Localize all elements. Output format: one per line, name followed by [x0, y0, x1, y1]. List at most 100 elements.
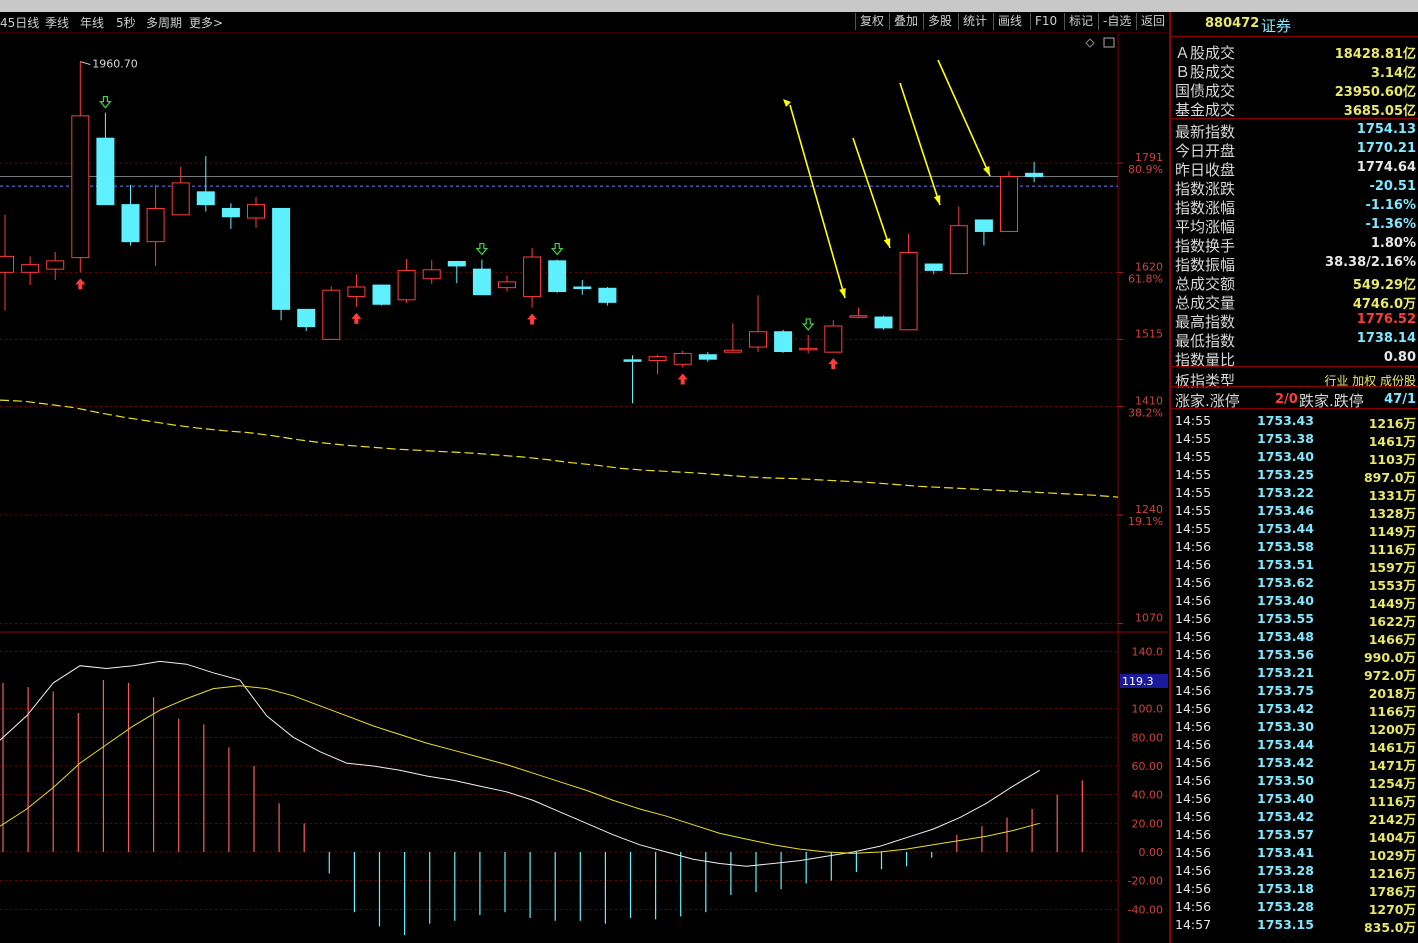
- macd-tick-label: 40.00: [1132, 789, 1164, 802]
- panel-divider: [1171, 408, 1418, 409]
- tick-price: 1753.15: [1257, 917, 1314, 932]
- tool-button-2[interactable]: 多股: [923, 13, 956, 30]
- panel-divider: [1171, 366, 1418, 367]
- period-tab-4[interactable]: 多周期: [146, 14, 182, 31]
- candle-body: [447, 260, 466, 267]
- tick-price: 1753.42: [1257, 701, 1314, 716]
- candle-body: [749, 331, 767, 348]
- tick-row: 14:56 1753.42 2142万: [1171, 808, 1418, 827]
- tick-price: 1753.25: [1257, 467, 1314, 482]
- candle-body: [498, 281, 516, 289]
- stat-value: -1.36%: [1365, 217, 1417, 232]
- pct-tick-label: 38.2%: [1128, 406, 1163, 419]
- tool-button-8[interactable]: 返回: [1136, 13, 1169, 30]
- tick-time: 14:56: [1175, 719, 1212, 734]
- tick-time: 14:56: [1175, 773, 1212, 788]
- stat-row: 指数涨幅 -1.16%: [1171, 196, 1418, 217]
- tick-price: 1753.46: [1257, 503, 1314, 518]
- tick-row: 14:56 1753.42 1471万: [1171, 754, 1418, 773]
- buy-signal-arrow-icon: [677, 373, 688, 385]
- tick-price: 1753.40: [1257, 593, 1314, 608]
- sell-signal-arrow-icon: [475, 242, 489, 256]
- panel-header: 880472 证券: [1171, 12, 1418, 37]
- tool-button-7[interactable]: -自选: [1098, 13, 1135, 30]
- macd-tick-label: 0.00: [1139, 846, 1164, 859]
- tick-price: 1753.57: [1257, 827, 1314, 842]
- macd-tick-label: 140.0: [1132, 645, 1164, 658]
- candle-body: [799, 347, 818, 351]
- tick-row: 14:56 1753.28 1270万: [1171, 898, 1418, 917]
- down-count-value: 47/1: [1384, 392, 1416, 407]
- period-tab-3[interactable]: 5秒: [116, 14, 136, 31]
- candle-body: [247, 204, 265, 219]
- period-tab-0[interactable]: 45日线: [0, 14, 39, 31]
- tick-time: 14:55: [1175, 431, 1212, 446]
- candle-body: [347, 286, 366, 298]
- tool-button-4[interactable]: 画线: [993, 13, 1026, 30]
- macd-tick-label: -40.00: [1128, 903, 1163, 916]
- candle-body: [1000, 176, 1018, 232]
- stat-row: 指数换手 1.80%: [1171, 234, 1418, 255]
- tick-price: 1753.44: [1257, 521, 1314, 536]
- tool-button-0[interactable]: 复权: [855, 13, 888, 30]
- tool-button-3[interactable]: 统计: [958, 13, 991, 30]
- stat-row: 指数涨跌 -20.51: [1171, 177, 1418, 198]
- annotation-arrowhead-icon: [883, 238, 891, 248]
- tick-time: 14:56: [1175, 827, 1212, 842]
- candle-body: [422, 269, 441, 280]
- sell-signal-arrow-icon: [99, 96, 112, 109]
- candle-body: [548, 260, 567, 292]
- candle-body: [949, 225, 968, 275]
- tick-price: 1753.62: [1257, 575, 1314, 590]
- stat-row: 总成交额 549.29亿: [1171, 272, 1418, 293]
- tool-button-5[interactable]: F10: [1030, 13, 1061, 30]
- price-tick-label: 1515: [1135, 327, 1163, 340]
- buy-signal-arrow-icon: [75, 278, 86, 290]
- period-tab-1[interactable]: 季线: [45, 14, 69, 31]
- kline-chart-area[interactable]: 179180.9%162061.8%1515141038.2%124019.1%…: [0, 33, 1168, 943]
- tick-row: 14:56 1753.28 1216万: [1171, 862, 1418, 881]
- tick-time: 14:56: [1175, 845, 1212, 860]
- stat-row: 基金成交 3685.05亿: [1171, 98, 1418, 119]
- period-tab-2[interactable]: 年线: [80, 14, 104, 31]
- stat-row: 总成交量 4746.0万: [1171, 291, 1418, 312]
- tick-row: 14:56 1753.30 1200万: [1171, 718, 1418, 737]
- stat-row: 指数振幅 38.38/2.16%: [1171, 253, 1418, 274]
- macd-tick-label: -20.00: [1128, 875, 1163, 888]
- stat-value: 1770.21: [1356, 141, 1416, 156]
- tool-button-1[interactable]: 叠加: [889, 13, 922, 30]
- stat-value: 1754.13: [1356, 122, 1416, 137]
- tick-row: 14:56 1753.51 1597万: [1171, 556, 1418, 575]
- stat-value: 0.80: [1383, 350, 1416, 365]
- diamond-icon: [1085, 38, 1095, 48]
- macd-dif-line: [0, 660, 1040, 867]
- tick-time: 14:56: [1175, 575, 1212, 590]
- tick-price: 1753.56: [1257, 647, 1314, 662]
- macd-tick-label: 60.00: [1132, 760, 1164, 773]
- stat-value: 1.80%: [1370, 236, 1416, 251]
- tick-time: 14:55: [1175, 413, 1212, 428]
- tool-button-6[interactable]: 标记: [1064, 13, 1097, 30]
- candle-body: [774, 331, 793, 353]
- tick-time: 14:56: [1175, 647, 1212, 662]
- panel-divider: [1171, 118, 1418, 119]
- index-info-panel: 880472 证券 Ａ股成交 18428.81亿 Ｂ股成交 3.14亿 国债成交 2395…: [1169, 12, 1418, 943]
- stat-value: 1776.52: [1356, 312, 1416, 327]
- tick-price: 1753.58: [1257, 539, 1314, 554]
- candle-body: [146, 207, 165, 243]
- pct-tick-label: 19.1%: [1128, 515, 1163, 528]
- period-tab-5[interactable]: 更多>: [189, 14, 223, 31]
- tick-price: 1753.40: [1257, 449, 1314, 464]
- tick-row: 14:56 1753.55 1622万: [1171, 610, 1418, 629]
- tick-time: 14:56: [1175, 809, 1212, 824]
- tick-price: 1753.43: [1257, 413, 1314, 428]
- candle-body: [899, 252, 918, 331]
- tick-time: 14:56: [1175, 899, 1212, 914]
- candle-body: [1025, 172, 1044, 178]
- macd-value-text: 119.3: [1122, 675, 1154, 688]
- panel-divider: [1171, 386, 1418, 387]
- candle-body: [46, 260, 65, 270]
- tick-price: 1753.22: [1257, 485, 1314, 500]
- tick-row: 14:55 1753.46 1328万: [1171, 502, 1418, 521]
- tick-row: 14:56 1753.57 1404万: [1171, 826, 1418, 845]
